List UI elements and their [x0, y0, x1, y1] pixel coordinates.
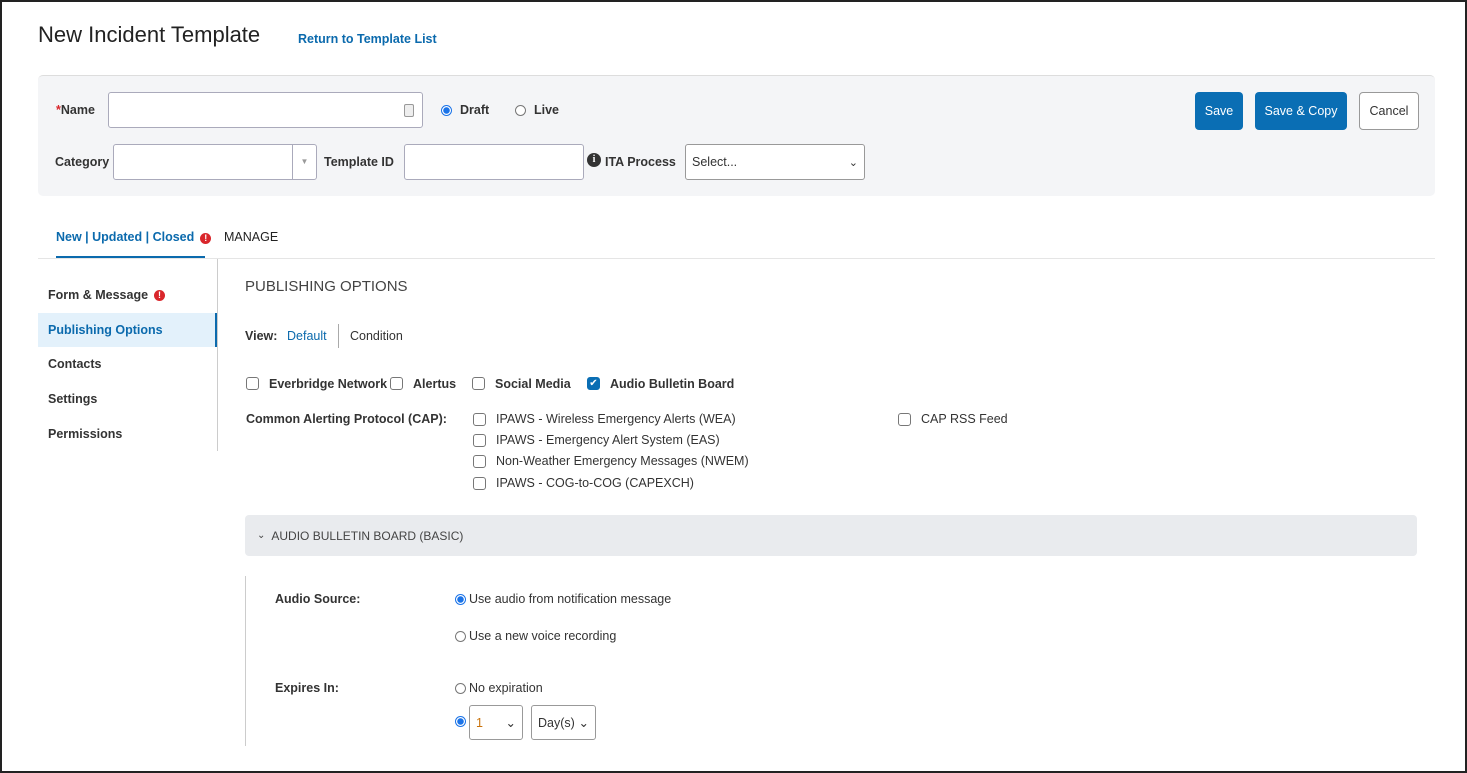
cancel-button[interactable]: Cancel [1359, 92, 1419, 130]
tab-new-updated-closed[interactable]: New | Updated | Closed! [56, 230, 212, 244]
chevron-down-icon: ⌄ [505, 716, 516, 730]
ita-process-value: Select... [692, 155, 738, 169]
view-condition-link[interactable]: Condition [350, 329, 403, 343]
everbridge-network-label: Everbridge Network [269, 377, 388, 391]
view-separator [338, 324, 339, 348]
audio-from-message-radio[interactable] [455, 594, 466, 605]
error-icon: ! [154, 289, 166, 301]
section-divider [245, 576, 246, 746]
tab-manage[interactable]: MANAGE [224, 230, 278, 244]
category-label: Category [55, 155, 110, 169]
alertus-checkbox[interactable] [390, 377, 403, 390]
audio-bulletin-board-section-header[interactable]: ⌄ AUDIO BULLETIN BOARD (BASIC) [245, 515, 1417, 556]
sidebar-item-publishing-options[interactable]: Publishing Options [38, 313, 217, 347]
save-and-copy-button[interactable]: Save & Copy [1255, 92, 1347, 130]
name-input[interactable] [108, 92, 423, 128]
expire-unit-select[interactable]: Day(s) ⌄ [531, 705, 596, 740]
social-media-label: Social Media [495, 377, 571, 391]
cap-rss-label: CAP RSS Feed [921, 412, 1008, 426]
cap-wea-label: IPAWS - Wireless Emergency Alerts (WEA) [496, 412, 736, 426]
sidebar-item-contacts[interactable]: Contacts [38, 347, 217, 381]
sidebar-item-form-message[interactable]: Form & Message! [38, 278, 217, 312]
checkmark-icon: ✔ [589, 378, 598, 389]
audio-source-label: Audio Source: [275, 592, 361, 606]
view-label: View: [245, 329, 278, 343]
sidebar-item-permissions[interactable]: Permissions [38, 417, 217, 451]
draft-label: Draft [460, 103, 490, 117]
expires-in-label: Expires In: [275, 681, 339, 695]
cap-wea-checkbox[interactable] [473, 413, 486, 426]
template-id-input[interactable] [404, 144, 584, 180]
tabs-divider [38, 258, 1435, 259]
alertus-label: Alertus [413, 377, 457, 391]
name-label: *Name [56, 103, 95, 117]
new-voice-recording-radio[interactable] [455, 631, 466, 642]
template-id-label: Template ID [324, 155, 394, 169]
chevron-down-icon: ⌄ [578, 716, 589, 730]
ita-process-select[interactable]: Select... ⌄ [685, 144, 865, 180]
live-radio[interactable] [515, 105, 526, 116]
audio-from-message-label: Use audio from notification message [469, 592, 672, 606]
caret-down-icon: ▼ [292, 145, 316, 179]
cap-capexch-label: IPAWS - COG-to-COG (CAPEXCH) [496, 476, 694, 490]
sidebar-item-settings[interactable]: Settings [38, 382, 217, 416]
audio-bulletin-board-label: Audio Bulletin Board [610, 377, 735, 391]
audio-bulletin-board-checkbox[interactable]: ✔ [587, 377, 600, 390]
cap-nwem-label: Non-Weather Emergency Messages (NWEM) [496, 454, 749, 468]
save-button[interactable]: Save [1195, 92, 1243, 130]
return-to-template-list-link[interactable]: Return to Template List [298, 32, 437, 46]
cap-eas-label: IPAWS - Emergency Alert System (EAS) [496, 433, 720, 447]
section-heading: PUBLISHING OPTIONS [245, 278, 408, 295]
expire-after-radio[interactable] [455, 716, 466, 727]
everbridge-network-checkbox[interactable] [246, 377, 259, 390]
page-title: New Incident Template [38, 22, 261, 47]
sidebar-divider [217, 259, 218, 451]
social-media-checkbox[interactable] [472, 377, 485, 390]
cap-eas-checkbox[interactable] [473, 434, 486, 447]
ita-process-label: ITA Process [605, 155, 676, 169]
cap-rss-checkbox[interactable] [898, 413, 911, 426]
info-icon[interactable]: i [587, 153, 601, 167]
active-tab-indicator [56, 256, 205, 258]
expire-amount-value: 1 [476, 715, 483, 730]
draft-radio[interactable] [441, 105, 452, 116]
no-expiration-label: No expiration [469, 681, 543, 695]
view-default-link[interactable]: Default [287, 329, 327, 343]
expire-unit-value: Day(s) [538, 715, 575, 730]
chevron-down-icon: ⌄ [257, 530, 266, 541]
error-icon: ! [200, 233, 212, 244]
chevron-down-icon: ⌄ [848, 156, 858, 169]
expire-amount-select[interactable]: 1 ⌄ [469, 705, 523, 740]
category-select[interactable]: ▼ [113, 144, 317, 180]
cap-label: Common Alerting Protocol (CAP): [246, 412, 447, 426]
contact-card-icon [404, 104, 414, 117]
live-label: Live [534, 103, 560, 117]
cap-nwem-checkbox[interactable] [473, 455, 486, 468]
cap-capexch-checkbox[interactable] [473, 477, 486, 490]
no-expiration-radio[interactable] [455, 683, 466, 694]
new-voice-recording-label: Use a new voice recording [469, 629, 617, 643]
